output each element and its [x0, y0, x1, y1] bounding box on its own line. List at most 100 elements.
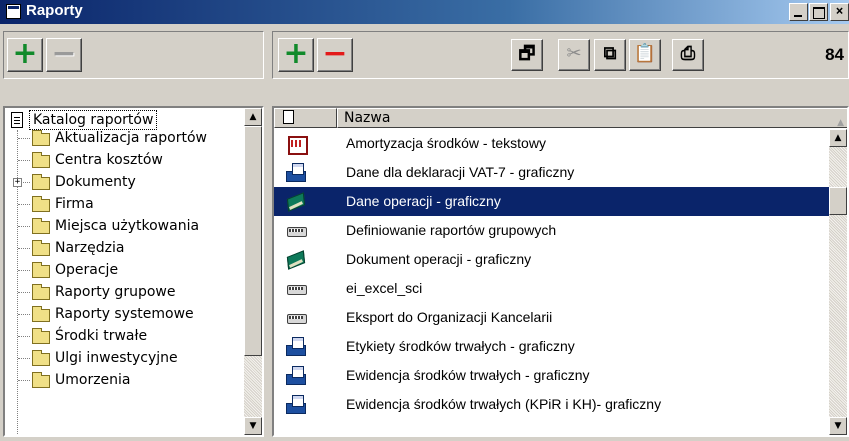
folder-icon: [32, 284, 50, 300]
report-name: Definiowanie raportów grupowych: [346, 222, 557, 238]
book-icon: [286, 192, 306, 210]
tree-item-label: Operacje: [55, 262, 119, 278]
tree-connector: [18, 270, 30, 271]
expand-icon[interactable]: +: [13, 178, 22, 187]
list-header: Nazwa ▲: [274, 108, 847, 128]
list-row[interactable]: Etykiety środków trwałych - graficzny: [274, 332, 829, 361]
cut-icon[interactable]: ✂: [558, 39, 590, 71]
raporty-window: Raporty × + − + − 🗗 ✂ ⧉ 📋 ⎙ 84 Katalog r…: [0, 0, 849, 441]
folder-icon: [32, 218, 50, 234]
tree-item-label: Raporty systemowe: [55, 306, 194, 322]
properties-icon[interactable]: 🗗: [511, 39, 543, 71]
printer-icon: [286, 308, 307, 326]
tree-item-label: Umorzenia: [55, 372, 131, 388]
tree-item-label: Centra kosztów: [55, 152, 163, 168]
tree-connector: [18, 204, 30, 205]
tree-item-label: Dokumenty: [55, 174, 136, 190]
tree-connector: [18, 314, 30, 315]
column-header-label: Nazwa: [344, 110, 391, 126]
fax-icon: [286, 395, 306, 414]
tree-connector: [18, 380, 30, 381]
folder-icon: [32, 240, 50, 256]
paste-icon[interactable]: 📋: [629, 39, 661, 71]
tree-item[interactable]: Umorzenia: [5, 371, 245, 391]
title-bar[interactable]: Raporty ×: [0, 0, 849, 24]
list-row[interactable]: Eksport do Organizacji Kancelarii: [274, 303, 829, 332]
tree-connector: [18, 292, 30, 293]
report-name: ei_excel_sci: [346, 280, 423, 296]
remove-report-button[interactable]: −: [317, 38, 353, 72]
maximize-button[interactable]: [809, 3, 828, 21]
report-name: Etykiety środków trwałych - graficzny: [346, 338, 575, 354]
tree-connector: [18, 248, 30, 249]
list-row-selected[interactable]: Dane operacji - graficzny: [274, 187, 829, 216]
report-name: Amortyzacja środków - tekstowy: [346, 135, 546, 151]
tree-scrollbar[interactable]: ▲ ▼: [244, 108, 262, 435]
fax-icon: [286, 163, 306, 182]
window-icon: [6, 4, 21, 19]
tree-item[interactable]: Raporty systemowe: [5, 305, 245, 325]
tree-item-label: Miejsca użytkowania: [55, 218, 200, 234]
list-row[interactable]: ei_excel_sci: [274, 274, 829, 303]
minimize-button[interactable]: [789, 3, 808, 21]
tree-item[interactable]: Operacje: [5, 261, 245, 281]
add-folder-button[interactable]: +: [7, 38, 43, 72]
tree-connector: [18, 336, 30, 337]
remove-folder-button[interactable]: −: [46, 38, 82, 72]
tree-item[interactable]: Miejsca użytkowania: [5, 217, 245, 237]
report-name: Dane dla deklaracji VAT-7 - graficzny: [346, 164, 575, 180]
folder-icon: [32, 262, 50, 278]
tree-item-label: Ulgi inwestycyjne: [55, 350, 178, 366]
calendar-icon: [286, 134, 308, 155]
tree-item[interactable]: + Dokumenty: [5, 173, 245, 193]
tree-item[interactable]: Firma: [5, 195, 245, 215]
scroll-down-icon[interactable]: ▼: [244, 417, 262, 435]
scroll-up-icon[interactable]: ▲: [829, 129, 847, 147]
document-icon: [11, 112, 23, 128]
tree-connector: [18, 138, 30, 139]
scroll-down-icon[interactable]: ▼: [829, 417, 847, 435]
folder-icon: [32, 328, 50, 344]
scroll-thumb[interactable]: [244, 126, 262, 356]
list-row[interactable]: Ewidencja środków trwałych - graficzny: [274, 361, 829, 390]
list-row[interactable]: Amortyzacja środków - tekstowy: [274, 129, 829, 158]
tree-item[interactable]: Raporty grupowe: [5, 283, 245, 303]
tree-item[interactable]: Aktualizacja raportów: [5, 129, 245, 149]
print-icon[interactable]: ⎙: [672, 39, 704, 71]
tree-item-label: Firma: [55, 196, 94, 212]
folder-icon: [32, 174, 50, 190]
list-row[interactable]: Ewidencja środków trwałych (KPiR i KH)- …: [274, 390, 829, 419]
report-name: Dokument operacji - graficzny: [346, 251, 532, 267]
tree-item[interactable]: Ulgi inwestycyjne: [5, 349, 245, 369]
copy-icon[interactable]: ⧉: [594, 39, 626, 71]
scroll-thumb[interactable]: [829, 187, 847, 215]
tree-item-label: Narzędzia: [55, 240, 125, 256]
list-row[interactable]: Definiowanie raportów grupowych: [274, 216, 829, 245]
column-header-icon[interactable]: [274, 108, 337, 128]
tree-root-label: Katalog raportów: [29, 110, 158, 130]
list-row[interactable]: Dokument operacji - graficzny: [274, 245, 829, 274]
report-catalog-tree[interactable]: Katalog raportów Aktualizacja raportów C…: [3, 106, 264, 437]
tree-item-label: Środki trwałe: [55, 328, 148, 344]
list-scrollbar[interactable]: ▲ ▼: [829, 129, 847, 435]
add-report-button[interactable]: +: [278, 38, 314, 72]
scroll-up-icon[interactable]: ▲: [244, 108, 262, 126]
report-name: Ewidencja środków trwałych - graficzny: [346, 367, 590, 383]
tree-item[interactable]: Centra kosztów: [5, 151, 245, 171]
fax-icon: [286, 337, 306, 356]
folder-icon: [32, 306, 50, 322]
tree-item[interactable]: Środki trwałe: [5, 327, 245, 347]
report-list[interactable]: Nazwa ▲ Amortyzacja środków - tekstowy Da…: [272, 106, 849, 437]
tree-item[interactable]: Narzędzia: [5, 239, 245, 259]
tree-toolbar: + −: [3, 31, 264, 79]
printer-icon: [286, 279, 307, 297]
list-toolbar: + − 🗗 ✂ ⧉ 📋 ⎙ 84: [272, 31, 849, 79]
close-button[interactable]: ×: [830, 3, 849, 21]
fax-icon: [286, 366, 306, 385]
tree-item-label: Raporty grupowe: [55, 284, 176, 300]
printer-icon: [286, 221, 307, 239]
report-name: Ewidencja środków trwałych (KPiR i KH)- …: [346, 396, 662, 412]
column-header-name[interactable]: Nazwa ▲: [337, 108, 847, 128]
folder-icon: [32, 372, 50, 388]
list-row[interactable]: Dane dla deklaracji VAT-7 - graficzny: [274, 158, 829, 187]
